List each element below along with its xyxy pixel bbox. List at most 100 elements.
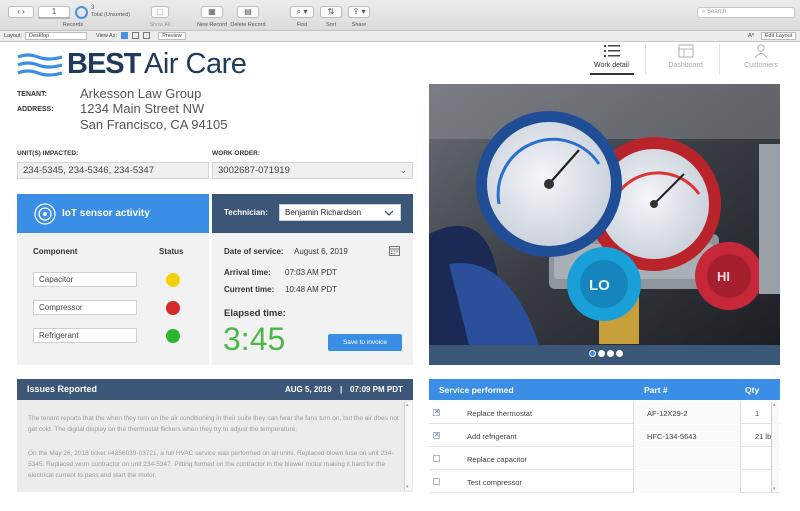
search-placeholder: Search	[707, 9, 727, 15]
nav-dashboard[interactable]: Dashboard	[652, 44, 720, 74]
service-row[interactable]: Test compressor	[429, 471, 780, 493]
text-format-icon[interactable]: Aᴬ	[748, 33, 754, 39]
edit-layout-button[interactable]: Edit Layout	[761, 32, 796, 40]
delete-record-label[interactable]: Delete Record	[223, 22, 273, 28]
show-all-label[interactable]: Show All	[135, 22, 185, 28]
service-part[interactable]	[633, 471, 741, 493]
carousel-dot-3[interactable]	[607, 350, 614, 357]
table-view-icon[interactable]	[143, 32, 150, 39]
photo-carousel[interactable]: LO HI	[429, 84, 780, 365]
logo-best: BEST	[67, 48, 141, 80]
arrival-value: 07:03 AM PDT	[285, 268, 338, 277]
service-name: Replace thermostat	[467, 409, 533, 418]
issues-body[interactable]: The tenant reports that the when they tu…	[17, 400, 413, 492]
services-header: Service performed Part # Qty	[429, 379, 780, 400]
form-view-icon[interactable]	[121, 32, 128, 39]
service-row[interactable]: Replace capacitor	[429, 448, 780, 470]
service-part[interactable]	[633, 448, 741, 470]
total-label: Total (Unsorted)	[91, 12, 131, 18]
status-header: Status	[159, 247, 184, 256]
preview-button[interactable]: Preview	[158, 32, 186, 40]
service-checkbox[interactable]: ✕	[433, 409, 440, 416]
dashboard-icon	[677, 44, 694, 58]
tenant-value: Arkesson Law Group	[80, 86, 202, 101]
logo: BEST Air Care	[16, 48, 256, 82]
address-label: ADDRESS:	[17, 106, 54, 113]
current-label: Current time:	[224, 285, 275, 294]
carousel-dot-4[interactable]	[616, 350, 623, 357]
new-record-icon[interactable]: ▦	[201, 6, 223, 18]
layout-select[interactable]: Desktop	[25, 32, 87, 40]
chevron-down-icon: ⌄	[399, 165, 407, 175]
service-name: Add refrigerant	[467, 432, 517, 441]
sensor-icon	[34, 203, 56, 225]
component-header: Component	[33, 247, 78, 256]
record-slider[interactable]	[38, 17, 70, 19]
service-row[interactable]: ✕ Add refrigerant HFC-134-5643 21 lbs	[429, 425, 780, 447]
show-all-icon[interactable]: ▢	[151, 6, 169, 18]
records-label: Records	[62, 22, 84, 28]
scroll-down-icon[interactable]: ▾	[773, 486, 776, 492]
issues-title: Issues Reported	[27, 384, 98, 394]
work-order-label: WORK ORDER:	[212, 150, 261, 157]
service-checkbox[interactable]	[433, 478, 440, 485]
issues-header: Issues Reported AUG 5, 2019 | 07:09 PM P…	[17, 379, 413, 400]
technician-label: Technician:	[224, 208, 268, 217]
service-part[interactable]: AF-12X29-2	[633, 402, 741, 424]
toolbar: ‹ › 1 3 Total (Unsorted) Records ▢ Show …	[0, 0, 800, 31]
current-value: 10:48 AM PDT	[285, 285, 338, 294]
search-field[interactable]: ⌕ Search	[697, 7, 795, 18]
units-label: UNIT(S) IMPACTED:	[17, 150, 79, 157]
work-order-field[interactable]: 3002687-071919 ⌄	[212, 162, 413, 179]
issues-scrollbar[interactable]: ▴ ▾	[404, 402, 412, 490]
user-icon	[754, 44, 768, 58]
carousel-dot-2[interactable]	[598, 350, 605, 357]
services-header-part: Part #	[644, 385, 668, 395]
nav-active-indicator	[590, 73, 634, 75]
calendar-icon[interactable]	[389, 245, 400, 256]
service-name: Test compressor	[467, 478, 523, 487]
find-icon[interactable]: ⌕ ▾	[290, 6, 314, 18]
scroll-up-icon[interactable]: ▴	[406, 402, 409, 408]
status-dot-capacitor	[166, 273, 180, 287]
address-line1: 1234 Main Street NW	[80, 101, 205, 116]
list-view-icon[interactable]	[132, 32, 139, 39]
services-scrollbar[interactable]: ▴ ▾	[771, 402, 779, 492]
nav-customers[interactable]: Customers	[727, 44, 795, 74]
technician-select[interactable]: Benjamin Richardson	[279, 204, 401, 221]
elapsed-value: 3:45	[223, 321, 286, 357]
nav-dashboard-label: Dashboard	[668, 62, 703, 69]
delete-record-icon[interactable]: ▤	[237, 6, 259, 18]
scroll-up-icon[interactable]: ▴	[773, 402, 776, 408]
service-row[interactable]: ✕ Replace thermostat AF-12X29-2 1	[429, 402, 780, 424]
logo-aircare: Air Care	[144, 48, 247, 80]
scroll-down-icon[interactable]: ▾	[406, 484, 409, 490]
record-nav-buttons[interactable]: ‹ ›	[8, 6, 34, 18]
tenant-label: TENANT:	[17, 91, 47, 98]
logo-waves-icon	[17, 53, 63, 77]
services-header-qty: Qty	[745, 385, 760, 395]
service-checkbox[interactable]: ✕	[433, 432, 440, 439]
services-header-service: Service performed	[439, 385, 514, 395]
component-compressor: Compressor	[33, 300, 137, 315]
carousel-dot-1[interactable]	[589, 350, 596, 357]
issues-date: AUG 5, 2019	[285, 385, 332, 394]
technician-header: Technician: Benjamin Richardson	[212, 194, 413, 233]
issues-separator: |	[340, 385, 343, 394]
service-name: Replace capacitor	[467, 455, 528, 464]
iot-title: IoT sensor activity	[62, 208, 150, 219]
issues-paragraph-2: On the May 26, 2018 ticket #4856039-0372…	[28, 450, 394, 479]
iot-header: IoT sensor activity	[17, 194, 209, 233]
component-refrigerant: Refrigerant	[33, 328, 137, 343]
status-dot-compressor	[166, 301, 180, 315]
save-to-invoice-button[interactable]: Save to invoice	[328, 334, 402, 351]
units-field[interactable]: 234-5345, 234-5346, 234-5347	[17, 162, 209, 179]
record-pie-icon	[75, 6, 88, 19]
layout-label: Layout:	[4, 33, 23, 39]
nav-work-detail[interactable]: Work detail	[578, 44, 646, 74]
service-checkbox[interactable]	[433, 455, 440, 462]
share-label[interactable]: Share	[334, 22, 384, 28]
sort-icon[interactable]: ⇅	[320, 6, 342, 18]
service-part[interactable]: HFC-134-5643	[633, 425, 741, 447]
share-icon[interactable]: ⇪ ▾	[348, 6, 370, 18]
